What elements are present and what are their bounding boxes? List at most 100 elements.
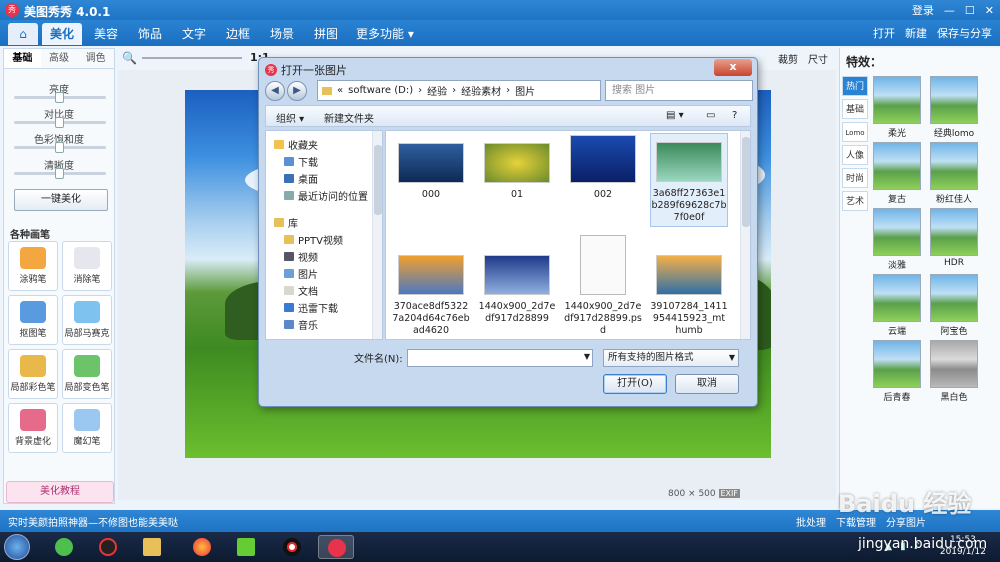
back-icon[interactable]: ◀ <box>265 81 285 101</box>
file-item-selected[interactable]: 3a68ff27363e1b289f69628c7b7f0e0f <box>650 133 728 227</box>
sharpness-slider[interactable] <box>14 168 106 179</box>
tab-more[interactable]: 更多功能 ▾ <box>348 23 422 45</box>
maximize-button[interactable]: ☐ <box>965 4 975 17</box>
file-item[interactable]: 002 <box>564 135 642 201</box>
zoom-out-icon[interactable]: 🔍 <box>122 51 137 65</box>
open-file-button[interactable]: 打开(O) <box>603 374 667 394</box>
effect-tab-lomo[interactable]: Lomo <box>842 122 868 142</box>
nav-thunder[interactable]: 迅雷下载 <box>284 300 338 315</box>
new-button[interactable]: 新建 <box>905 25 927 41</box>
tool-mosaic[interactable]: 局部马赛克 <box>62 295 112 345</box>
effect-tab-hot[interactable]: 热门 <box>842 76 868 96</box>
tool-doodle[interactable]: 涂鸦笔 <box>8 241 58 291</box>
one-key-beautify-button[interactable]: 一键美化 <box>14 189 108 211</box>
tool-magic[interactable]: 魔幻笔 <box>62 403 112 453</box>
tool-blur-bg[interactable]: 背景虚化 <box>8 403 58 453</box>
tutorial-button[interactable]: 美化教程 <box>6 481 114 503</box>
effect-thumb[interactable] <box>873 208 921 256</box>
effect-thumb[interactable] <box>873 142 921 190</box>
batch-button[interactable]: 批处理 <box>796 514 826 529</box>
crop-button[interactable]: 裁剪 <box>778 51 798 66</box>
tool-recolor[interactable]: 局部变色笔 <box>62 349 112 399</box>
nav-documents[interactable]: 文档 <box>284 283 318 298</box>
tab-face[interactable]: 美容 <box>86 23 126 45</box>
file-item[interactable]: 1440x900_2d7edf917d28899 <box>478 255 556 325</box>
effect-tab-portrait[interactable]: 人像 <box>842 145 868 165</box>
contrast-slider[interactable] <box>14 117 106 128</box>
tab-scene[interactable]: 场景 <box>262 23 302 45</box>
preview-pane-icon[interactable]: ▭ <box>706 110 715 121</box>
file-item[interactable]: 01 <box>478 143 556 201</box>
exif-button[interactable]: EXIF <box>718 489 740 498</box>
tab-border[interactable]: 边框 <box>218 23 258 45</box>
tool-cutout[interactable]: 抠图笔 <box>8 295 58 345</box>
taskbar-app-qq[interactable] <box>90 535 126 559</box>
nav-recent[interactable]: 最近访问的位置 <box>284 188 368 203</box>
tool-eraser[interactable]: 消除笔 <box>62 241 112 291</box>
nav-scrollbar[interactable] <box>372 131 382 339</box>
view-icon[interactable]: ▤ ▾ <box>666 110 684 121</box>
tab-collage[interactable]: 拼图 <box>306 23 346 45</box>
tab-decor[interactable]: 饰品 <box>130 23 170 45</box>
path-folder[interactable]: 经验 <box>427 83 447 98</box>
taskbar-app-meitu[interactable] <box>318 535 354 559</box>
start-button[interactable] <box>4 534 30 560</box>
help-icon[interactable]: ? <box>732 110 737 121</box>
save-share-button[interactable]: 保存与分享 <box>937 25 992 41</box>
nav-favorites[interactable]: 收藏夹 <box>274 137 318 152</box>
effect-thumb[interactable] <box>930 340 978 388</box>
path-breadcrumb[interactable]: « software (D:) › 经验 › 经验素材 › 图片 <box>317 80 601 101</box>
taskbar-app-360[interactable] <box>46 535 82 559</box>
effect-thumb[interactable] <box>930 142 978 190</box>
close-button[interactable]: ✕ <box>985 4 994 17</box>
open-button[interactable]: 打开 <box>873 25 895 41</box>
nav-library[interactable]: 库 <box>274 215 298 230</box>
effect-thumb[interactable] <box>930 208 978 256</box>
effect-tab-art[interactable]: 艺术 <box>842 191 868 211</box>
effect-thumb[interactable] <box>930 76 978 124</box>
cancel-button[interactable]: 取消 <box>675 374 739 394</box>
organize-button[interactable]: 组织 ▾ <box>276 110 304 125</box>
saturation-slider[interactable] <box>14 142 106 153</box>
nav-pictures[interactable]: 图片 <box>284 266 318 281</box>
filetype-select[interactable]: 所有支持的图片格式 ▼ <box>603 349 739 367</box>
file-item[interactable]: 000 <box>392 143 470 201</box>
nav-desktop[interactable]: 桌面 <box>284 171 318 186</box>
minimize-button[interactable]: — <box>944 4 955 17</box>
status-message[interactable]: 实时美颜拍照神器—不修图也能美美哒 <box>8 514 178 529</box>
file-item[interactable]: 39107284_1411954415923_mthumb <box>650 255 728 337</box>
new-folder-button[interactable]: 新建文件夹 <box>324 110 374 125</box>
subtab-color[interactable]: 调色 <box>77 49 114 68</box>
tool-color-brush[interactable]: 局部彩色笔 <box>8 349 58 399</box>
effect-tab-fashion[interactable]: 时尚 <box>842 168 868 188</box>
nav-videos[interactable]: 视频 <box>284 249 318 264</box>
effect-tab-basic[interactable]: 基础 <box>842 99 868 119</box>
brightness-slider[interactable] <box>14 92 106 103</box>
nav-downloads[interactable]: 下载 <box>284 154 318 169</box>
taskbar-app-recorder[interactable] <box>274 535 310 559</box>
nav-music[interactable]: 音乐 <box>284 317 318 332</box>
resize-button[interactable]: 尺寸 <box>808 51 828 66</box>
forward-icon[interactable]: ▶ <box>287 81 307 101</box>
taskbar-app-explorer[interactable] <box>134 535 170 559</box>
path-overflow[interactable]: « <box>337 85 343 96</box>
home-icon[interactable]: ⌂ <box>8 23 38 45</box>
effect-thumb[interactable] <box>873 274 921 322</box>
taskbar-app-firefox[interactable] <box>184 535 220 559</box>
zoom-slider[interactable] <box>142 57 242 59</box>
file-scrollbar[interactable] <box>740 131 750 339</box>
effect-thumb[interactable] <box>873 76 921 124</box>
search-box[interactable]: 搜索 图片 <box>605 80 753 101</box>
path-current[interactable]: 图片 <box>515 83 535 98</box>
file-item[interactable]: 370ace8df53227a204d64c76ebad4620 <box>392 255 470 337</box>
tab-beautify[interactable]: 美化 <box>42 23 83 45</box>
file-item[interactable]: 1440x900_2d7edf917d28899.psd <box>564 235 642 337</box>
taskbar-app-media[interactable] <box>228 535 264 559</box>
subtab-basic[interactable]: 基础 <box>4 49 41 68</box>
tab-text[interactable]: 文字 <box>174 23 214 45</box>
filename-input[interactable]: ▼ <box>407 349 593 367</box>
subtab-advanced[interactable]: 高级 <box>41 49 78 68</box>
dialog-close-button[interactable]: x <box>714 59 752 76</box>
path-folder[interactable]: 经验素材 <box>461 83 501 98</box>
path-drive[interactable]: software (D:) <box>348 85 413 96</box>
